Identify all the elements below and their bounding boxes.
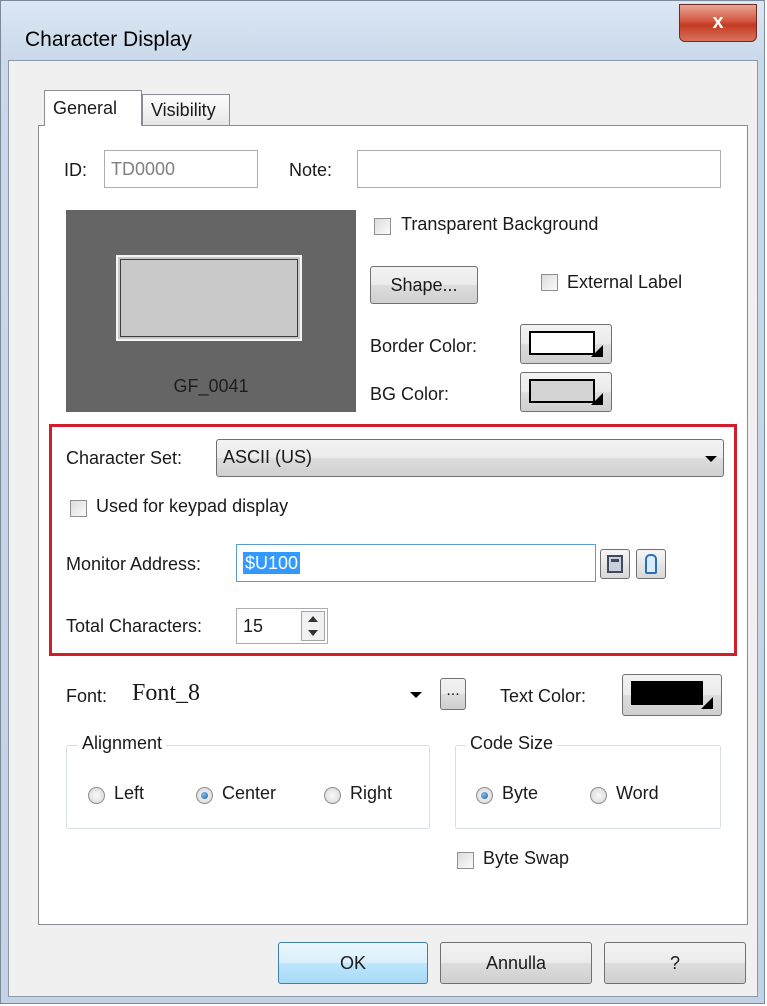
lock-icon [645,554,657,574]
preview-shape [116,255,302,341]
character-set-value: ASCII (US) [223,447,313,467]
tab-general[interactable]: General [44,90,142,126]
align-right-label: Right [350,783,393,803]
transparent-bg-checkbox[interactable] [374,218,391,235]
shape-preview: GF_0041 [66,210,356,412]
monitor-address-value: $U100 [243,552,301,574]
chevron-down-icon [705,456,717,462]
border-color-swatch [529,331,595,355]
code-size-word-radio[interactable] [590,787,607,804]
tab-general-label: General [53,98,118,118]
dropdown-triangle-icon [591,393,603,405]
address-lock-button[interactable] [636,549,666,579]
close-icon: x [712,11,724,33]
id-label: ID: [64,160,88,180]
cancel-button[interactable]: Annulla [440,942,592,984]
code-size-byte-label: Byte [502,783,539,803]
total-characters-value: 15 [243,616,264,636]
align-left-radio[interactable] [88,787,105,804]
border-color-button[interactable] [520,324,612,364]
calculator-icon [607,555,623,573]
id-field[interactable]: TD0000 [104,150,258,188]
address-keypad-button[interactable] [600,549,630,579]
spin-up-icon[interactable] [308,616,318,622]
keypad-display-label: Used for keypad display [96,496,289,516]
code-size-byte-radio[interactable] [476,787,493,804]
monitor-address-field[interactable]: $U100 [236,544,596,582]
code-size-title: Code Size [466,733,558,754]
transparent-bg-label: Transparent Background [401,214,599,234]
text-color-label: Text Color: [500,686,587,706]
monitor-address-label: Monitor Address: [66,554,202,574]
dropdown-triangle-icon [701,697,713,709]
code-size-group [455,745,721,829]
help-button[interactable]: ? [604,942,746,984]
total-characters-spinner[interactable] [301,611,325,641]
font-value: Font_8 [132,680,201,706]
font-label: Font: [66,686,108,706]
font-select[interactable]: Font_8 [124,674,430,716]
spin-down-icon[interactable] [308,630,318,636]
text-color-button[interactable] [622,674,722,716]
external-label-label: External Label [567,272,683,292]
tab-visibility[interactable]: Visibility [142,94,230,126]
ok-button[interactable]: OK [278,942,428,984]
align-right-radio[interactable] [324,787,341,804]
shape-button[interactable]: Shape... [370,266,478,304]
window-title: Character Display [25,28,192,51]
border-color-label: Border Color: [370,336,478,356]
preview-caption: GF_0041 [173,376,249,396]
chevron-down-icon [410,692,422,698]
byte-swap-label: Byte Swap [483,848,570,868]
close-button[interactable]: x [679,4,757,42]
tab-visibility-label: Visibility [151,100,216,120]
align-center-radio[interactable] [196,787,213,804]
dropdown-triangle-icon [591,345,603,357]
keypad-display-checkbox[interactable] [70,500,87,517]
font-browse-button[interactable]: ... [440,678,466,710]
note-label: Note: [289,160,333,180]
align-left-label: Left [114,783,145,803]
bg-color-swatch [529,379,595,403]
text-color-swatch [631,681,703,705]
bg-color-label: BG Color: [370,384,450,404]
bg-color-button[interactable] [520,372,612,412]
byte-swap-checkbox[interactable] [457,852,474,869]
align-center-label: Center [222,783,277,803]
note-field[interactable] [357,150,721,188]
external-label-checkbox[interactable] [541,274,558,291]
alignment-title: Alignment [78,733,167,754]
code-size-word-label: Word [616,783,659,803]
total-characters-label: Total Characters: [66,616,203,636]
character-set-label: Character Set: [66,448,183,468]
character-set-select[interactable]: ASCII (US) [216,439,724,477]
